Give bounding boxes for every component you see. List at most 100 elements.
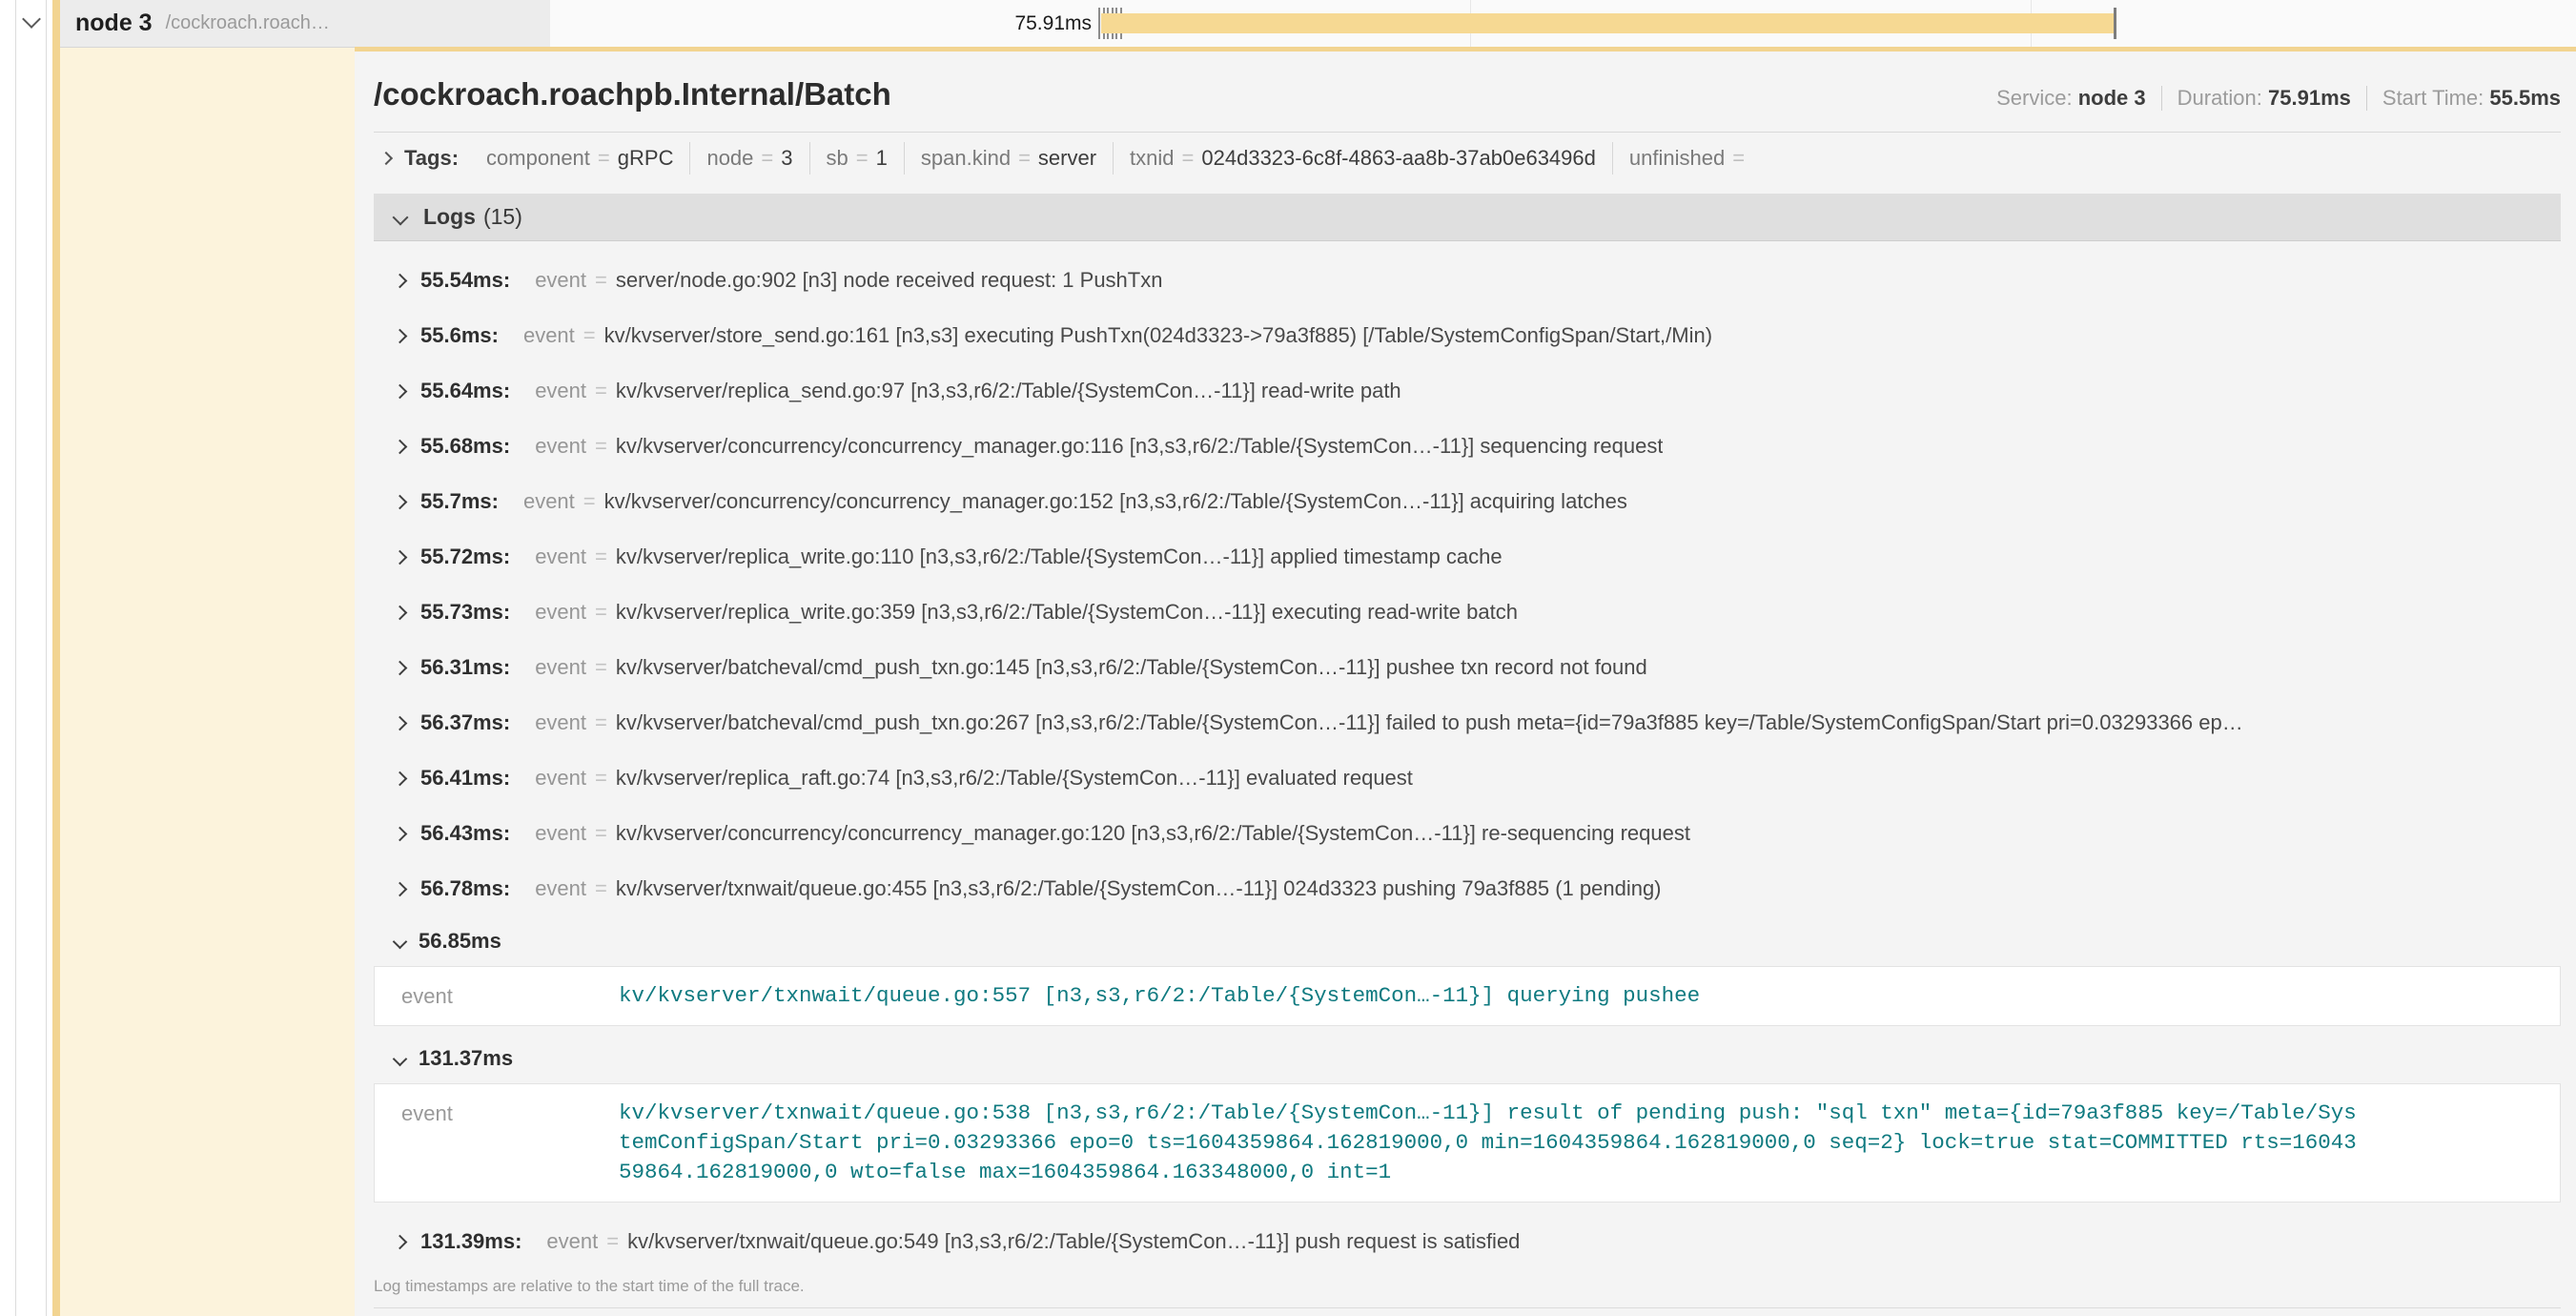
log-field-name: event (535, 876, 586, 901)
chevron-right-icon (393, 494, 408, 509)
log-marker-tick (1098, 8, 1100, 39)
span-detail-panel: /cockroach.roachpb.Internal/Batch Servic… (355, 47, 2576, 1316)
logs-title: Logs (423, 204, 476, 230)
log-timestamp: 131.37ms (419, 1046, 513, 1071)
tags-section-header[interactable]: Tags: component=gRPCnode=3sb=1span.kind=… (374, 133, 2561, 184)
log-field-name: event (523, 489, 575, 514)
log-detail-card: eventkv/kvserver/txnwait/queue.go:557 [n… (374, 966, 2561, 1026)
log-entries-list: 55.54ms:event=server/node.go:902 [n3] no… (374, 241, 2561, 1269)
log-entry-row[interactable]: 55.73ms:event=kv/kvserver/replica_write.… (374, 585, 2561, 640)
log-message: kv/kvserver/txnwait/queue.go:549 [n3,s3,… (627, 1229, 1520, 1254)
meta-separator (2161, 86, 2162, 111)
chevron-right-icon (393, 881, 408, 896)
log-field-name: event (535, 545, 586, 569)
span-operation-name: /cockroach.roach… (166, 12, 330, 34)
log-entry-row[interactable]: 55.6ms:event=kv/kvserver/store_send.go:1… (374, 308, 2561, 363)
equals-sign: = (606, 1229, 619, 1254)
chevron-right-icon (393, 715, 408, 730)
tag-value: 3 (781, 146, 792, 171)
log-field-value: kv/kvserver/txnwait/queue.go:557 [n3,s3,… (619, 981, 1700, 1011)
log-timestamp: 56.43ms: (420, 821, 510, 846)
log-message: kv/kvserver/txnwait/queue.go:455 [n3,s3,… (616, 876, 1662, 901)
log-field-name: event (535, 434, 586, 459)
equals-sign: = (595, 766, 607, 791)
logs-footer-note: Log timestamps are relative to the start… (374, 1269, 2561, 1308)
log-marker-tick (2114, 8, 2116, 39)
log-timestamp: 55.7ms: (420, 489, 499, 514)
collapse-trace-chevron-icon[interactable] (22, 10, 41, 29)
log-entry-header[interactable]: 56.85ms (374, 920, 2561, 962)
log-entry-row[interactable]: 56.43ms:event=kv/kvserver/concurrency/co… (374, 806, 2561, 861)
log-message: kv/kvserver/batcheval/cmd_push_txn.go:26… (616, 710, 2243, 735)
log-message: kv/kvserver/concurrency/concurrency_mana… (616, 821, 1690, 846)
gutter-divider-line (46, 0, 47, 1316)
log-entry-row[interactable]: 56.78ms: event = kv/kvserver/txnwait/queue.… (374, 861, 2561, 916)
chevron-right-icon (393, 826, 408, 841)
tag-key: node (706, 146, 753, 171)
log-entry-row[interactable]: 55.68ms:event=kv/kvserver/concurrency/co… (374, 419, 2561, 474)
span-meta: Service: node 3 Duration: 75.91ms Start … (1996, 86, 2561, 111)
log-timestamp: 55.72ms: (420, 545, 510, 569)
log-timestamp: 56.31ms: (420, 655, 510, 680)
log-entry-row[interactable]: 55.72ms:event=kv/kvserver/replica_write.… (374, 529, 2561, 585)
log-field-value: kv/kvserver/txnwait/queue.go:538 [n3,s3,… (619, 1099, 2357, 1187)
duration-value: 75.91ms (2268, 86, 2351, 111)
equals-sign: = (856, 146, 869, 171)
tag-key: component (486, 146, 590, 171)
log-message: kv/kvserver/batcheval/cmd_push_txn.go:14… (616, 655, 1647, 680)
log-field-name: event (535, 268, 586, 293)
log-entry-row[interactable]: 56.41ms:event=kv/kvserver/replica_raft.g… (374, 751, 2561, 806)
log-entry-header[interactable]: 131.37ms (374, 1038, 2561, 1080)
log-detail-card: eventkv/kvserver/txnwait/queue.go:538 [n… (374, 1083, 2561, 1203)
equals-sign: = (583, 489, 596, 514)
logs-count: (15) (483, 204, 522, 230)
tag-value: server (1038, 146, 1096, 171)
chevron-right-icon (393, 383, 408, 399)
equals-sign: = (761, 146, 773, 171)
log-entry-expanded: 56.85mseventkv/kvserver/txnwait/queue.go… (374, 920, 2561, 1026)
log-value-line: kv/kvserver/txnwait/queue.go:557 [n3,s3,… (619, 981, 1700, 1011)
log-entry-row[interactable]: 55.64ms:event=kv/kvserver/replica_send.g… (374, 363, 2561, 419)
logs-section-header[interactable]: Logs (15) (374, 194, 2561, 241)
log-timestamp: 131.39ms: (420, 1229, 521, 1254)
chevron-down-icon (393, 1051, 408, 1066)
tags-list: component=gRPCnode=3sb=1span.kind=server… (470, 142, 1768, 175)
equals-sign: = (598, 146, 610, 171)
service-label: Service: (1996, 86, 2072, 111)
log-timestamp: 56.37ms: (420, 710, 510, 735)
chevron-right-icon (393, 771, 408, 786)
log-field-name: event (535, 821, 586, 846)
tag: txnid=024d3323-6c8f-4863-aa8b-37ab0e6349… (1113, 142, 1612, 175)
tag-key: sb (827, 146, 848, 171)
log-message: kv/kvserver/replica_raft.go:74 [n3,s3,r6… (616, 766, 1413, 791)
equals-sign: = (595, 268, 607, 293)
log-entry-row[interactable]: 55.7ms:event=kv/kvserver/concurrency/con… (374, 474, 2561, 529)
log-field-name: event (401, 981, 619, 1011)
span-timeline-row[interactable]: 75.91ms (550, 0, 2576, 48)
gutter-divider-line (15, 0, 16, 1316)
span-detail-header: /cockroach.roachpb.Internal/Batch Servic… (374, 51, 2561, 133)
log-entry-row[interactable]: 56.37ms:event=kv/kvserver/batcheval/cmd_… (374, 695, 2561, 751)
equals-sign: = (595, 545, 607, 569)
log-field-name: event (535, 379, 586, 403)
tag: component = gRPC (470, 142, 689, 175)
tag: node = 3 (689, 142, 808, 175)
equals-sign: = (1018, 146, 1031, 171)
log-entry-row[interactable]: 56.31ms:event=kv/kvserver/batcheval/cmd_… (374, 640, 2561, 695)
duration-label: Duration: (2177, 86, 2262, 111)
tag-value: gRPC (618, 146, 674, 171)
span-duration-label: 75.91ms (550, 12, 1092, 35)
tag: sb=1 (809, 142, 904, 175)
log-timestamp: 56.78ms: (420, 876, 510, 901)
log-timestamp: 55.73ms: (420, 600, 510, 625)
log-entry-row[interactable]: 131.39ms:event=kv/kvserver/txnwait/queue… (374, 1214, 2561, 1269)
selected-span-row-highlight (60, 47, 355, 1316)
chevron-down-icon (393, 209, 409, 225)
chevron-down-icon (393, 934, 408, 949)
span-title: /cockroach.roachpb.Internal/Batch (374, 74, 1996, 114)
equals-sign: = (595, 600, 607, 625)
log-entry-row[interactable]: 55.54ms:event=server/node.go:902 [n3] no… (374, 253, 2561, 308)
equals-sign: = (595, 876, 607, 901)
span-name-bar[interactable]: node 3 /cockroach.roach… (60, 0, 550, 48)
start-time-label: Start Time: (2382, 86, 2484, 111)
